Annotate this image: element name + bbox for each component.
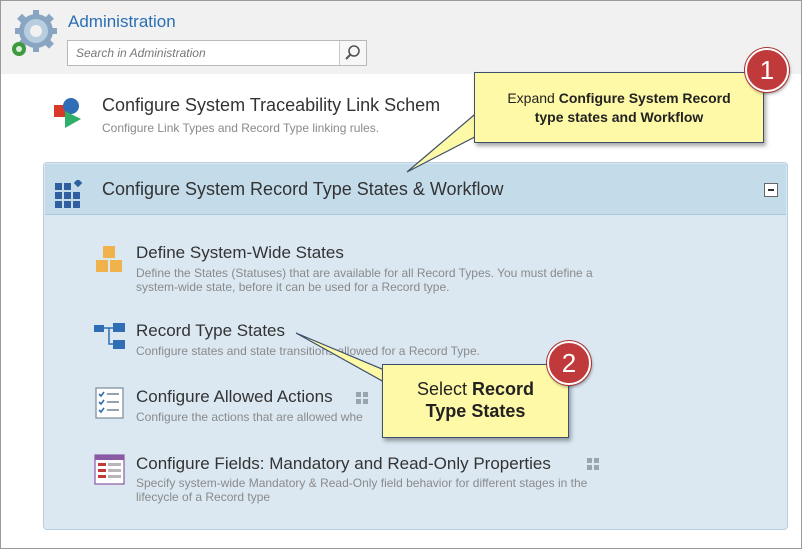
collapse-button[interactable] bbox=[764, 183, 778, 197]
search-input[interactable] bbox=[68, 41, 338, 65]
configure-fields-description: Specify system-wide Mandatory & Read-Onl… bbox=[136, 476, 656, 504]
callout-bold-text: Configure System Record bbox=[558, 90, 731, 106]
desc-line: Define the States (Statuses) that are av… bbox=[136, 266, 593, 280]
configure-fields-link[interactable]: Configure Fields: Mandatory and Read-Onl… bbox=[136, 454, 551, 474]
page-title[interactable]: Administration bbox=[68, 12, 176, 32]
desc-line: system-wide state, before it can be used… bbox=[136, 280, 450, 294]
configure-allowed-actions-link[interactable]: Configure Allowed Actions bbox=[136, 387, 333, 407]
desc-line: lifecycle of a Record type bbox=[136, 490, 271, 504]
desc-line: Specify system-wide Mandatory & Read-Onl… bbox=[136, 476, 588, 490]
header-bar: Administration bbox=[1, 1, 801, 74]
states-workflow-panel: Configure System Record Type States & Wo… bbox=[43, 162, 788, 530]
states-workflow-title[interactable]: Configure System Record Type States & Wo… bbox=[102, 179, 504, 200]
define-system-states-link[interactable]: Define System-Wide States bbox=[136, 243, 344, 263]
callout-text: Select Record Type States bbox=[383, 378, 568, 422]
traceability-icon bbox=[54, 98, 81, 128]
callout-select: Select Record Type States bbox=[382, 364, 569, 438]
callout-bold-text: Record bbox=[472, 379, 535, 399]
step-1-badge: 1 bbox=[745, 48, 789, 92]
callout-bold-text: type states and Workflow bbox=[534, 109, 704, 125]
callout-expand: Expand Configure System Record type stat… bbox=[474, 72, 764, 143]
callout-plain-text: Select bbox=[416, 379, 472, 399]
traceability-description: Configure Link Types and Record Type lin… bbox=[102, 121, 380, 135]
search-button[interactable] bbox=[339, 41, 366, 65]
callout-text: Expand Configure System Record type stat… bbox=[475, 89, 763, 127]
callout-line: Type States bbox=[383, 400, 568, 422]
search-box bbox=[67, 40, 367, 66]
callout-line: Expand Configure System Record bbox=[475, 89, 763, 108]
record-type-grid-icon bbox=[587, 458, 599, 470]
workflow-grid-icon bbox=[55, 180, 83, 208]
form-fields-icon bbox=[94, 454, 125, 485]
callout-line: type states and Workflow bbox=[475, 108, 763, 127]
callout-line: Select Record bbox=[383, 378, 568, 400]
traceability-link[interactable]: Configure System Traceability Link Schem bbox=[102, 95, 440, 116]
define-states-description: Define the States (Statuses) that are av… bbox=[136, 266, 656, 294]
callout-plain-text: Expand bbox=[507, 90, 559, 106]
record-type-states-link[interactable]: Record Type States bbox=[136, 321, 285, 341]
admin-gear-icon bbox=[12, 10, 57, 56]
record-type-grid-icon bbox=[356, 392, 368, 404]
hierarchy-icon bbox=[94, 323, 125, 349]
boxes-icon bbox=[96, 246, 122, 272]
callout-bold-text: Type States bbox=[425, 401, 526, 421]
step-2-badge: 2 bbox=[547, 341, 591, 385]
checklist-icon bbox=[95, 387, 124, 419]
search-icon bbox=[345, 45, 360, 60]
states-workflow-header[interactable]: Configure System Record Type States & Wo… bbox=[45, 164, 786, 215]
